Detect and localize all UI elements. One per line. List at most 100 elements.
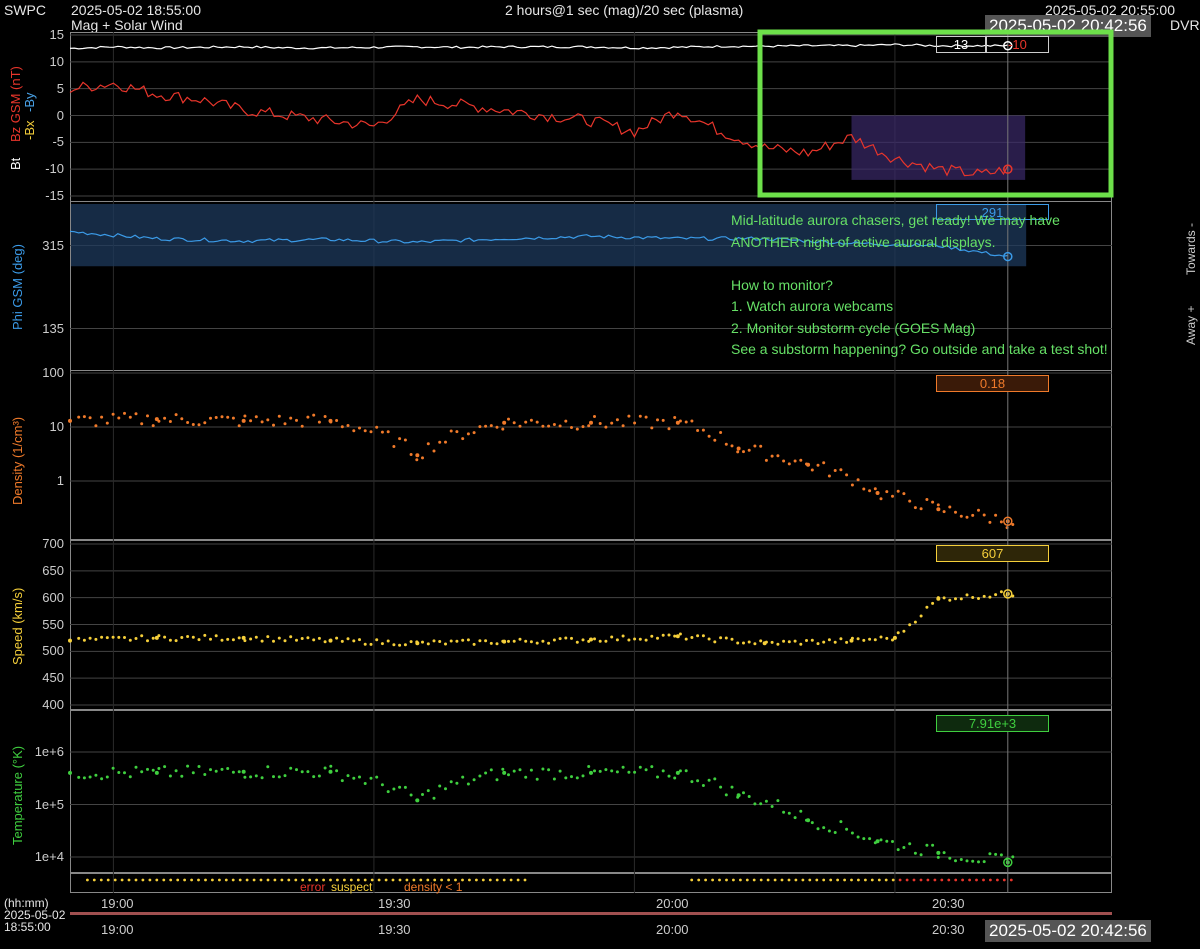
temp-point: [776, 799, 780, 803]
speed-point: [111, 635, 115, 639]
speed-point: [254, 635, 258, 639]
density-point: [994, 513, 998, 517]
speed-point: [168, 638, 172, 642]
quality-flag-point: [905, 878, 909, 882]
speed-point: [690, 636, 694, 639]
quality-flag-point: [224, 878, 228, 882]
speed-point: [575, 640, 579, 644]
density-point: [197, 423, 201, 427]
quality-flag-point: [162, 878, 166, 882]
speed-point: [466, 638, 470, 642]
quality-flag-point: [947, 878, 951, 882]
speed-point: [570, 636, 573, 640]
xtick-1930: 19:30: [378, 896, 411, 911]
temp-point: [759, 802, 763, 806]
density-point: [913, 506, 917, 510]
quality-flag-point: [516, 878, 520, 882]
temp-point: [994, 852, 998, 856]
speed-point: [942, 596, 946, 600]
density-point: [123, 411, 126, 415]
density-point: [300, 424, 304, 428]
quality-flag-point: [141, 878, 145, 882]
density-point: [529, 418, 533, 422]
density-point: [260, 420, 264, 424]
speed-point: [913, 620, 917, 624]
annot-line-5: 2. Monitor substorm cycle (GOES Mag): [731, 319, 976, 336]
density-point: [742, 450, 745, 454]
speed-point: [312, 638, 316, 642]
aurora-annotation: Mid-latitude aurora chasers, get ready! …: [731, 210, 1108, 361]
temp-point: [157, 767, 161, 770]
bz-readout: -10: [986, 36, 1049, 53]
temp-point: [455, 781, 459, 785]
speed-point: [615, 638, 619, 642]
speed-point: [363, 642, 367, 646]
quality-flag-point: [169, 878, 173, 882]
temp-point: [317, 774, 321, 778]
speed-point: [495, 642, 499, 646]
speed-point: [627, 638, 631, 642]
temp-point: [558, 769, 562, 773]
density-point: [277, 414, 281, 418]
speed-point: [633, 637, 637, 641]
temp-point: [621, 765, 625, 769]
density-point: [191, 423, 195, 426]
speed-point: [163, 635, 167, 639]
temp-point: [128, 775, 132, 779]
quality-flag-point: [884, 878, 888, 882]
temp-point: [312, 775, 316, 779]
speed-point: [88, 636, 92, 640]
temp-point: [719, 785, 723, 789]
temp-point: [822, 826, 826, 830]
speed-point: [146, 639, 149, 643]
speed-point: [604, 639, 608, 643]
speed-point: [770, 640, 774, 644]
quality-flag-point: [898, 878, 902, 882]
temp-point: [999, 853, 1003, 857]
density-point: [552, 423, 556, 426]
speed-point: [277, 636, 281, 640]
quality-flag-point: [794, 878, 798, 882]
quality-flag-point: [815, 878, 819, 882]
speed-point: [82, 638, 86, 642]
density-point: [615, 418, 619, 422]
density-point: [226, 415, 230, 419]
temp-point: [472, 778, 476, 782]
speed-point-point: [154, 635, 159, 640]
temp-point: [552, 777, 556, 781]
speed-point: [954, 597, 957, 601]
temp-point: [449, 780, 453, 784]
temp-point: [243, 775, 247, 779]
temp-point: [369, 776, 373, 780]
quality-flag-point: [502, 878, 506, 882]
density-point: [942, 510, 946, 514]
quality-flag-point: [1009, 878, 1013, 882]
quality-flag-point: [919, 878, 923, 882]
temp-point: [575, 776, 579, 780]
temp-point: [787, 811, 791, 815]
temp-point: [638, 765, 642, 769]
density-point: [128, 415, 132, 419]
quality-flag-point: [391, 878, 395, 882]
temp-point: [484, 771, 488, 775]
density-point: [140, 422, 144, 426]
temp-point: [793, 816, 797, 820]
speed-point: [799, 642, 803, 646]
quality-flag-point: [523, 878, 527, 882]
temp-point: [965, 859, 969, 863]
speed-point-point: [502, 639, 507, 644]
temp-point: [363, 782, 367, 785]
quality-flag-point: [940, 878, 944, 882]
temp-point: [461, 775, 465, 779]
density-point: [105, 421, 109, 425]
speed-point: [214, 634, 218, 638]
density-point: [100, 415, 104, 419]
density-point: [931, 500, 935, 504]
speed-point: [186, 635, 190, 638]
density-point: [512, 421, 516, 425]
speed-point: [713, 640, 717, 644]
density-point: [954, 510, 957, 514]
speed-point: [862, 638, 866, 642]
density-point: [638, 414, 642, 418]
speed-point: [896, 631, 900, 635]
